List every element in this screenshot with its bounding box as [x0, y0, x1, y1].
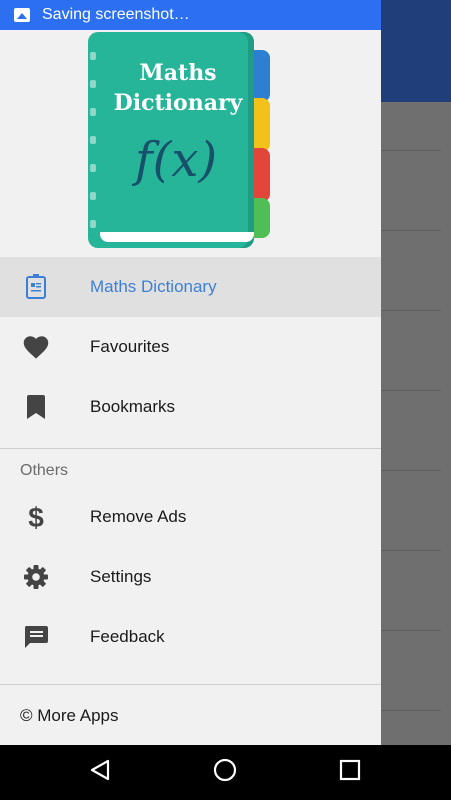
- background-divider: [381, 470, 441, 471]
- gear-icon: [22, 563, 50, 591]
- menu-item-label: Settings: [90, 567, 152, 586]
- bookmark-icon: [22, 393, 50, 421]
- heart-icon: [22, 333, 50, 361]
- menu-item-remove-ads[interactable]: $ Remove Ads: [0, 487, 381, 547]
- navigation-bar: [0, 745, 451, 800]
- status-bar: Saving screenshot…: [0, 0, 451, 30]
- menu-item-feedback[interactable]: Feedback: [0, 607, 381, 667]
- menu-item-label: Bookmarks: [90, 397, 176, 416]
- back-icon: [88, 758, 112, 787]
- more-apps-link[interactable]: © More Apps: [20, 706, 119, 726]
- back-button[interactable]: [70, 745, 130, 800]
- app-logo: Maths Dictionary f(x): [88, 32, 270, 248]
- notification-text: Saving screenshot…: [42, 6, 190, 23]
- feedback-icon: [22, 623, 50, 651]
- menu-item-label: Remove Ads: [90, 507, 187, 526]
- drawer-header: Maths Dictionary f(x): [0, 30, 381, 257]
- navigation-drawer: Maths Dictionary f(x) Maths Dictionary F…: [0, 30, 381, 745]
- home-button[interactable]: [195, 745, 255, 800]
- recents-button[interactable]: [320, 745, 380, 800]
- book-icon: [22, 273, 50, 301]
- logo-title: Maths Dictionary: [113, 60, 243, 116]
- menu-item-label: Favourites: [90, 337, 170, 356]
- home-icon: [212, 757, 238, 788]
- background-divider: [381, 310, 441, 311]
- menu-item-maths-dictionary[interactable]: Maths Dictionary: [0, 257, 381, 317]
- image-icon: [14, 8, 30, 22]
- background-divider: [381, 630, 441, 631]
- menu-item-settings[interactable]: Settings: [0, 547, 381, 607]
- menu-item-label: Feedback: [90, 627, 165, 646]
- background-list: [381, 102, 451, 745]
- background-divider: [381, 710, 441, 711]
- svg-text:$: $: [28, 502, 44, 532]
- screenshot-notification[interactable]: Saving screenshot…: [0, 0, 381, 30]
- menu-item-bookmarks[interactable]: Bookmarks: [0, 377, 381, 437]
- menu-item-favourites[interactable]: Favourites: [0, 317, 381, 377]
- section-title-others: Others: [20, 462, 69, 479]
- background-divider: [381, 390, 441, 391]
- recents-icon: [338, 758, 362, 787]
- logo-symbol: f(x): [134, 132, 218, 188]
- drawer-divider: [0, 448, 381, 449]
- background-divider: [381, 150, 441, 151]
- dollar-icon: $: [22, 502, 50, 532]
- drawer-divider: [0, 684, 381, 685]
- background-divider: [381, 230, 441, 231]
- menu-item-label: Maths Dictionary: [90, 277, 217, 296]
- background-divider: [381, 550, 441, 551]
